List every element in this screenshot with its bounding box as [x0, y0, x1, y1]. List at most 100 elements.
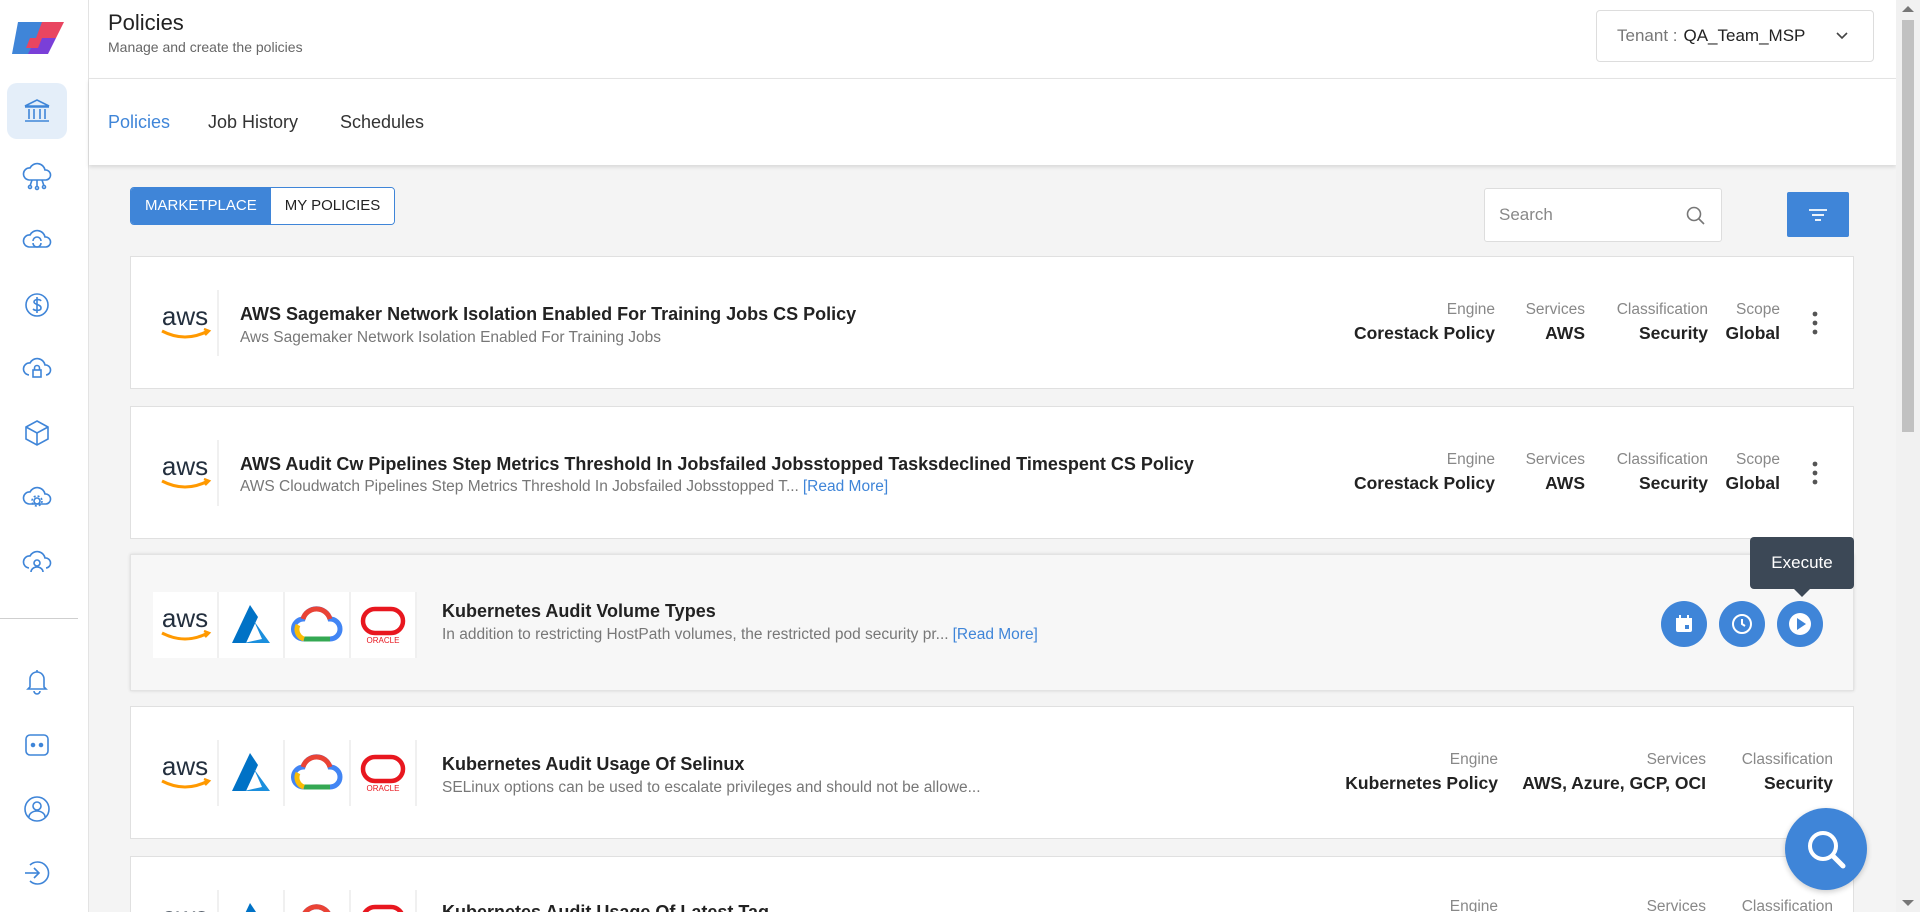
search-icon	[1808, 831, 1846, 869]
scroll-down-arrow[interactable]	[1902, 900, 1914, 906]
policy-description: AWS Cloudwatch Pipelines Step Metrics Th…	[240, 478, 889, 495]
policy-card[interactable]: aws ORACLE Kubernetes Audit Volume Types…	[130, 554, 1854, 691]
sidebar-item-security[interactable]	[7, 341, 67, 397]
app-logo[interactable]	[8, 18, 68, 58]
history-button[interactable]	[1719, 601, 1765, 647]
oracle-logo	[351, 890, 417, 912]
bank-icon	[24, 99, 50, 122]
filter-icon	[1809, 208, 1827, 221]
azure-logo	[219, 592, 285, 658]
policy-name[interactable]: AWS Audit Cw Pipelines Step Metrics Thre…	[240, 454, 1194, 475]
filter-button[interactable]	[1787, 192, 1849, 237]
tab-job-history[interactable]: Job History	[208, 112, 298, 133]
meta-classification: Classification Security	[1616, 451, 1708, 493]
cube-icon	[25, 420, 49, 446]
aws-logo: aws	[153, 440, 219, 506]
scrollbar[interactable]	[1896, 0, 1920, 912]
tenant-value: QA_Team_MSP	[1683, 26, 1806, 45]
page-header: Policies Manage and create the policies …	[89, 0, 1896, 79]
aws-logo: aws	[153, 890, 219, 912]
sidebar-item-chat[interactable]	[7, 717, 67, 773]
tab-bar: Policies Job History Schedules	[89, 79, 1896, 165]
execute-button[interactable]	[1777, 601, 1823, 647]
sidebar	[0, 0, 89, 912]
policy-description: In addition to restricting HostPath volu…	[442, 626, 1038, 643]
meta-engine: Engine Corestack Policy	[1353, 301, 1495, 343]
chat-icon	[25, 734, 49, 756]
sidebar-item-profile[interactable]	[7, 781, 67, 837]
meta-engine: Engine Kubernetes Policy	[1345, 751, 1498, 793]
sidebar-item-accounts[interactable]	[7, 534, 67, 590]
read-more-link[interactable]: [Read More]	[803, 478, 888, 495]
sidebar-item-cloud-sync[interactable]	[7, 212, 67, 268]
svg-text:aws: aws	[162, 453, 208, 481]
meta-classification: Classification	[1741, 898, 1833, 912]
user-icon	[24, 796, 50, 822]
sidebar-item-cloud-network[interactable]	[7, 148, 67, 204]
logout-icon	[25, 861, 50, 885]
meta-classification: Classification Security	[1741, 751, 1833, 793]
policy-name[interactable]: Kubernetes Audit Volume Types	[442, 601, 716, 622]
gcp-logo	[285, 890, 351, 912]
sidebar-item-policies[interactable]	[7, 83, 67, 139]
read-more-link[interactable]: [Read More]	[953, 626, 1038, 643]
tenant-selector[interactable]: Tenant : QA_Team_MSP	[1596, 10, 1874, 62]
dollar-icon	[25, 293, 49, 317]
cloud-user-icon	[22, 550, 52, 573]
policy-name[interactable]: AWS Sagemaker Network Isolation Enabled …	[240, 304, 856, 325]
policy-card[interactable]: aws Kubernetes Audit Usage Of Latest Tag…	[130, 856, 1854, 912]
scroll-thumb[interactable]	[1902, 20, 1914, 432]
schedule-button[interactable]	[1661, 601, 1707, 647]
my-policies-button[interactable]: MY POLICIES	[270, 188, 395, 224]
svg-text:ORACLE: ORACLE	[367, 784, 400, 793]
policy-card[interactable]: aws AWS Audit Cw Pipelines Step Metrics …	[130, 406, 1854, 539]
bell-icon	[26, 670, 48, 695]
sidebar-divider	[0, 618, 78, 619]
svg-text:ORACLE: ORACLE	[367, 636, 400, 645]
svg-text:aws: aws	[162, 605, 208, 633]
calendar-icon	[1676, 615, 1692, 632]
play-icon	[1789, 613, 1811, 635]
marketplace-button[interactable]: MARKETPLACE	[131, 188, 271, 224]
aws-logo: aws	[153, 740, 219, 806]
svg-text:aws: aws	[162, 753, 208, 781]
sidebar-item-cost[interactable]	[7, 277, 67, 333]
meta-services: Services	[1646, 898, 1706, 912]
oracle-logo: ORACLE	[351, 592, 417, 658]
sidebar-item-operations[interactable]	[7, 470, 67, 526]
cloud-lock-icon	[22, 357, 52, 378]
meta-services: Services AWS, Azure, GCP, OCI	[1522, 751, 1706, 793]
meta-services: Services AWS	[1525, 301, 1585, 343]
cloud-network-icon	[22, 162, 52, 191]
cloud-sync-icon	[22, 229, 52, 248]
aws-logo: aws	[153, 290, 219, 356]
meta-engine: Engine	[1449, 898, 1498, 912]
search-icon[interactable]	[1685, 205, 1707, 227]
tab-schedules[interactable]: Schedules	[340, 112, 424, 133]
meta-scope: Scope Global	[1725, 451, 1780, 493]
policy-card[interactable]: aws ORACLE Kubernetes Audit Usage Of Sel…	[130, 706, 1854, 839]
gcp-logo	[285, 740, 351, 806]
policy-card[interactable]: aws AWS Sagemaker Network Isolation Enab…	[130, 256, 1854, 389]
meta-engine: Engine Corestack Policy	[1353, 451, 1495, 493]
gcp-logo	[285, 592, 351, 658]
search-input[interactable]	[1485, 189, 1675, 241]
more-options-icon[interactable]	[1805, 308, 1825, 338]
meta-scope: Scope Global	[1725, 301, 1780, 343]
svg-text:aws: aws	[162, 903, 208, 912]
policy-name[interactable]: Kubernetes Audit Usage Of Selinux	[442, 754, 744, 775]
policy-name[interactable]: Kubernetes Audit Usage Of Latest Tag	[442, 902, 769, 912]
tab-policies[interactable]: Policies	[108, 112, 170, 133]
floating-search-button[interactable]	[1785, 808, 1867, 890]
clock-icon	[1732, 614, 1752, 634]
sidebar-item-assets[interactable]	[7, 405, 67, 461]
sidebar-item-logout[interactable]	[7, 845, 67, 901]
scroll-up-arrow[interactable]	[1902, 6, 1914, 12]
page-subtitle: Manage and create the policies	[108, 39, 303, 55]
oracle-logo: ORACLE	[351, 740, 417, 806]
search-box	[1484, 188, 1722, 242]
more-options-icon[interactable]	[1805, 458, 1825, 488]
chevron-down-icon	[1836, 32, 1848, 40]
sidebar-item-notifications[interactable]	[7, 653, 67, 709]
policy-source-toggle: MARKETPLACE MY POLICIES	[130, 187, 396, 225]
